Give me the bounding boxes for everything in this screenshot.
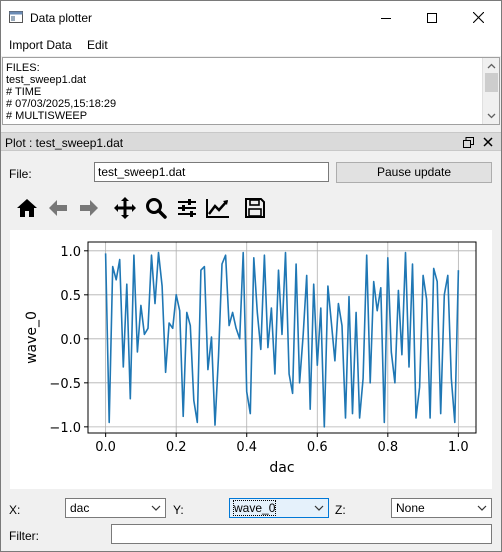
x-tick-label: 1.0 (448, 440, 469, 455)
filter-label: Filter: (9, 529, 39, 543)
x-tick-label: 0.8 (377, 440, 398, 455)
title-bar[interactable]: Data plotter (1, 1, 501, 34)
menu-bar: Import Data Edit (1, 34, 501, 56)
x-tick-label: 0.4 (236, 440, 257, 455)
z-label: Z: (335, 503, 346, 517)
y-select[interactable]: wave_0 (229, 498, 329, 518)
back-button[interactable] (45, 195, 71, 221)
maximize-icon (427, 12, 437, 23)
files-line: # TIME (6, 86, 42, 98)
app-icon (9, 11, 23, 23)
y-tick-label: −1.0 (49, 421, 81, 436)
files-scrollbar[interactable] (482, 58, 499, 124)
close-button[interactable] (455, 1, 501, 34)
files-info-textarea[interactable]: FILES: test_sweep1.dat # TIME # 07/03/20… (2, 57, 500, 125)
x-tick-label: 0.2 (166, 440, 187, 455)
menu-import-data[interactable]: Import Data (9, 38, 72, 52)
configure-subplots-icon (178, 199, 196, 217)
configure-subplots-button[interactable] (174, 195, 200, 221)
app-window: Data plotter Import Data Edit FILES: tes… (0, 0, 502, 552)
scroll-up-icon[interactable] (487, 62, 496, 71)
y-tick-label: 0.0 (60, 333, 81, 348)
chevron-down-icon (314, 505, 324, 511)
z-select-value: None (396, 501, 425, 515)
plot-canvas[interactable]: 0.0 0.2 0.4 0.6 0.8 1.0 1.0 0.5 0.0 −0.5 −1.0 dac wa… (10, 230, 492, 489)
edit-axis-icon (206, 199, 229, 218)
chevron-down-icon (477, 505, 487, 511)
minimize-button[interactable] (363, 1, 409, 34)
filter-input[interactable] (111, 524, 492, 544)
x-select-value: dac (70, 501, 90, 515)
zoom-icon (146, 198, 167, 219)
x-tick-label: 0.0 (95, 440, 116, 455)
pan-icon (114, 197, 136, 219)
scroll-thumb[interactable] (485, 73, 498, 92)
menu-edit[interactable]: Edit (87, 38, 108, 52)
back-arrow-icon (49, 200, 67, 216)
x-tick-label: 0.6 (307, 440, 328, 455)
y-select-value: wave_0 (232, 500, 277, 516)
pause-update-button[interactable]: Pause update (336, 162, 492, 183)
pan-button[interactable] (112, 195, 138, 221)
y-tick-label: 0.5 (60, 289, 81, 304)
line-chart: 0.0 0.2 0.4 0.6 0.8 1.0 1.0 0.5 0.0 −0.5 −1.0 dac wa… (24, 241, 477, 476)
save-icon (245, 198, 265, 218)
home-button[interactable] (14, 195, 40, 221)
y-label: Y: (173, 503, 184, 517)
window-title: Data plotter (30, 11, 93, 25)
files-line: FILES: (6, 62, 40, 74)
close-dock-icon[interactable] (483, 137, 493, 147)
chevron-down-icon (151, 505, 161, 511)
float-dock-icon[interactable] (463, 137, 474, 148)
close-icon (472, 12, 484, 23)
x-select[interactable]: dac (65, 498, 166, 518)
scroll-down-icon[interactable] (487, 111, 496, 120)
series-line (104, 251, 460, 428)
z-select[interactable]: None (391, 498, 492, 518)
save-button[interactable] (242, 195, 268, 221)
y-tick-label: −0.5 (49, 377, 81, 392)
files-line: # MULTISWEEP (6, 110, 88, 122)
y-tick-label: 1.0 (60, 245, 81, 260)
files-line: # 07/03/2025,15:18:29 (6, 98, 117, 110)
forward-button[interactable] (76, 195, 102, 221)
edit-axis-button[interactable] (205, 195, 231, 221)
file-field[interactable]: test_sweep1.dat (94, 162, 329, 182)
forward-arrow-icon (80, 200, 98, 216)
files-line: test_sweep1.dat (6, 74, 87, 86)
x-axis-label: dac (269, 460, 294, 476)
dock-title: Plot : test_sweep1.dat (5, 136, 124, 150)
file-label: File: (9, 167, 32, 181)
minimize-icon (381, 17, 391, 19)
home-icon (17, 199, 37, 217)
y-axis-label: wave_0 (24, 311, 40, 364)
plot-dock-header[interactable]: Plot : test_sweep1.dat (1, 132, 501, 151)
x-label: X: (9, 503, 21, 517)
zoom-button[interactable] (143, 195, 169, 221)
maximize-button[interactable] (409, 1, 455, 34)
